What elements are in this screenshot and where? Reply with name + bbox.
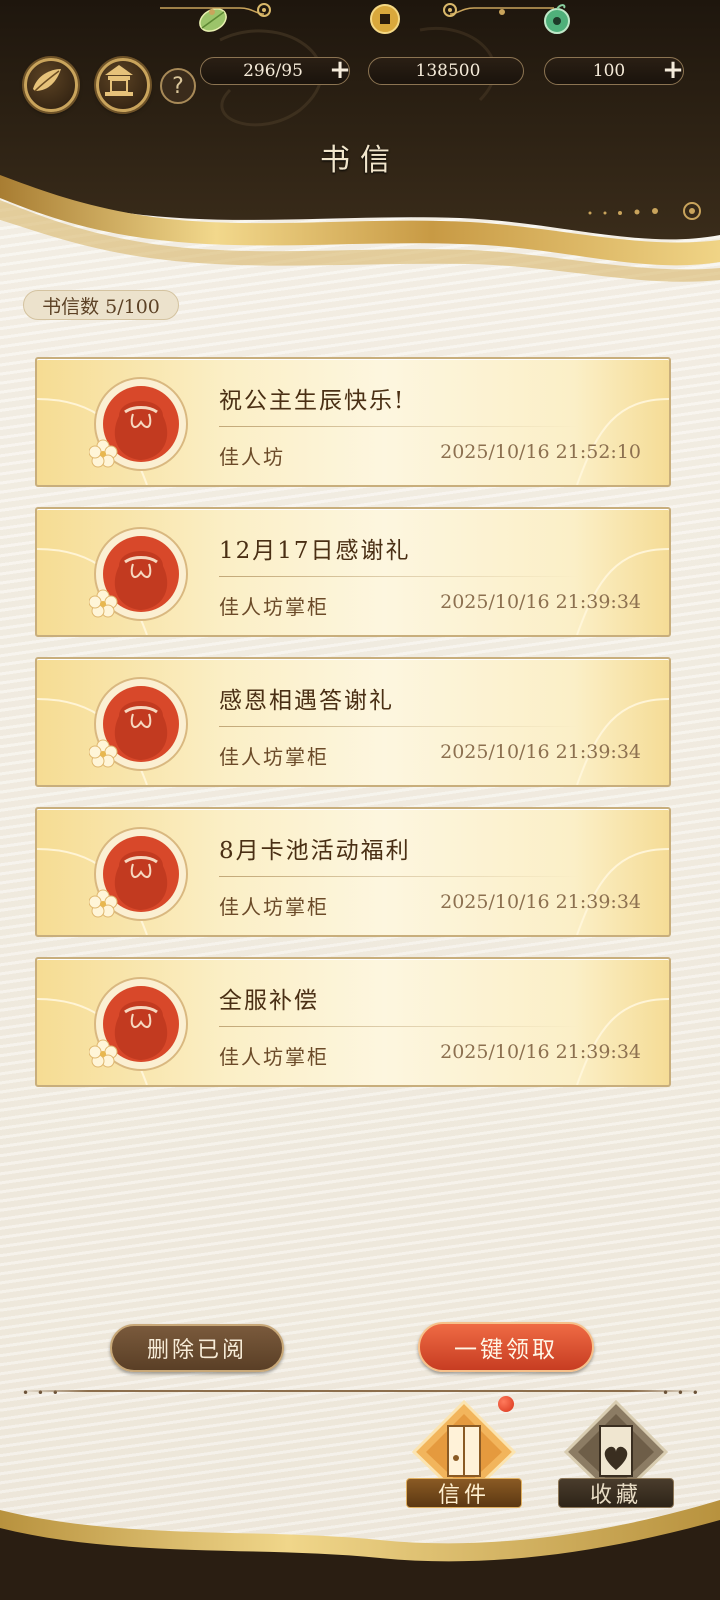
mail-time: 2025/10/16 21:52:10 — [440, 441, 641, 463]
bottom-divider — [20, 1390, 700, 1392]
mail-sender: 佳人坊掌柜 — [219, 1045, 329, 1069]
mail-item[interactable]: 全服补偿 佳人坊掌柜 2025/10/16 21:39:34 — [35, 957, 671, 1087]
mail-time: 2025/10/16 21:39:34 — [440, 891, 641, 913]
copper-coin-icon — [370, 4, 400, 34]
mail-divider — [219, 1026, 579, 1027]
mail-sender: 佳人坊掌柜 — [219, 895, 329, 919]
resource-leaf-value: 296/95 — [243, 61, 303, 81]
add-jade-button[interactable]: + — [660, 57, 686, 84]
claim-all-button[interactable]: 一键领取 — [418, 1322, 594, 1372]
avatar-button[interactable] — [24, 58, 78, 112]
mail-divider — [219, 426, 579, 427]
mail-item[interactable]: 12月17日感谢礼 佳人坊掌柜 2025/10/16 21:39:34 — [35, 507, 671, 637]
title-ornament-left — [160, 3, 271, 17]
mail-divider — [219, 876, 579, 877]
tab-favorites-label: 收藏 — [558, 1478, 674, 1508]
page-title: 书信 — [320, 143, 400, 178]
mail-title: 全服补偿 — [219, 988, 319, 1014]
gift-bag-icon — [89, 527, 188, 621]
feather-icon — [33, 69, 61, 92]
shop-button[interactable] — [96, 58, 150, 112]
gift-bag-icon — [89, 977, 188, 1071]
resource-jade-value: 100 — [592, 61, 626, 81]
mail-title: 祝公主生辰快乐! — [219, 388, 406, 414]
delete-read-button[interactable]: 删除已阅 — [110, 1324, 284, 1372]
mail-divider — [219, 726, 579, 727]
header: ? 296/95 + 138500 100 + 书信 — [0, 0, 720, 300]
divider-dots-right: • • • — [662, 1386, 701, 1400]
gift-bag-icon — [89, 377, 188, 471]
mail-item[interactable]: 感恩相遇答谢礼 佳人坊掌柜 2025/10/16 21:39:34 — [35, 657, 671, 787]
mail-time: 2025/10/16 21:39:34 — [440, 741, 641, 763]
help-button[interactable]: ? — [160, 68, 196, 104]
mail-time: 2025/10/16 21:39:34 — [440, 591, 641, 613]
tab-mail[interactable]: 信件 — [404, 1399, 524, 1515]
mail-item[interactable]: 8月卡池活动福利 佳人坊掌柜 2025/10/16 21:39:34 — [35, 807, 671, 937]
mail-list: 祝公主生辰快乐! 佳人坊 2025/10/16 21:52:10 12月17日感… — [35, 357, 671, 1107]
mail-time: 2025/10/16 21:39:34 — [440, 1041, 641, 1063]
title-ornament-right — [443, 3, 554, 17]
add-leaf-button[interactable]: + — [327, 57, 353, 84]
mail-sender: 佳人坊掌柜 — [219, 595, 329, 619]
mail-count-badge: 书信数 5/100 — [23, 290, 179, 320]
pavilion-icon — [105, 65, 133, 96]
gift-bag-icon — [89, 827, 188, 921]
mail-title: 感恩相遇答谢礼 — [219, 688, 394, 714]
resource-coin-pill: 138500 — [368, 57, 524, 85]
mail-sender: 佳人坊 — [219, 445, 285, 469]
mail-item[interactable]: 祝公主生辰快乐! 佳人坊 2025/10/16 21:52:10 — [35, 357, 671, 487]
tab-mail-label: 信件 — [406, 1478, 522, 1508]
tab-favorites[interactable]: 收藏 — [556, 1399, 676, 1515]
resource-coin-value: 138500 — [415, 61, 481, 81]
mail-divider — [219, 576, 579, 577]
mail-sender: 佳人坊掌柜 — [219, 745, 329, 769]
mail-title: 12月17日感谢礼 — [219, 538, 411, 564]
notification-dot — [498, 1396, 514, 1412]
mail-title: 8月卡池活动福利 — [219, 838, 411, 864]
divider-dots-left: • • • — [22, 1386, 61, 1400]
gift-bag-icon — [89, 677, 188, 771]
